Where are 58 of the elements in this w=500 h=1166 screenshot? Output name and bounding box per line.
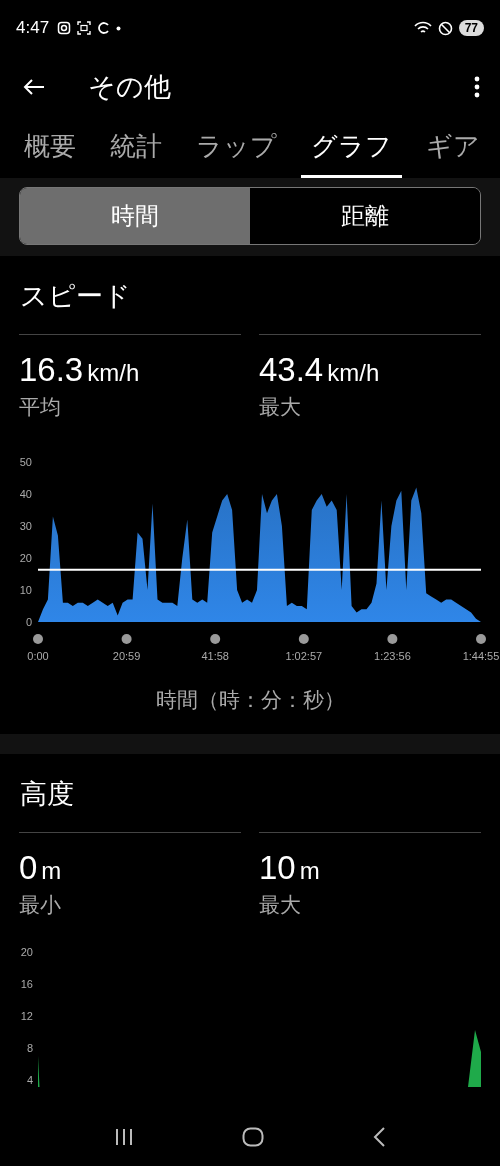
tab[interactable]: ラップ (186, 118, 287, 178)
stat-value: 16.3 (19, 351, 84, 389)
x-axis-label: 0:00 (27, 650, 49, 662)
x-axis-label: 1:44:55 (462, 650, 500, 662)
tab[interactable]: 統計 (100, 118, 172, 178)
x-tick-dot (210, 634, 221, 644)
tab[interactable]: 概要 (14, 118, 86, 178)
x-axis-title: 時間（時：分：秒） (154, 687, 346, 714)
stat-label: 平均 (19, 394, 62, 421)
dot-icon (116, 25, 122, 31)
y-axis-label: 4 (26, 1073, 33, 1087)
x-axis-label: 1:02:57 (285, 650, 323, 662)
screenshot-icon (77, 21, 92, 35)
camera-app-icon (57, 21, 72, 35)
home-icon[interactable] (242, 1127, 264, 1147)
do-not-disturb-icon (437, 20, 453, 36)
stat-unit: km/h (327, 359, 380, 387)
segment-button[interactable]: 距離 (250, 188, 480, 244)
y-axis-label: 20 (19, 552, 32, 564)
stat-label: 最大 (259, 892, 302, 919)
status-time: 4:47 (16, 18, 50, 38)
y-axis-label: 10 (19, 584, 32, 596)
y-axis-label: 40 (19, 488, 32, 500)
x-axis-label: 20:59 (112, 650, 141, 662)
y-axis-label: 8 (26, 1041, 33, 1055)
stat-value: 43.4 (259, 351, 324, 389)
recent-apps-icon[interactable] (114, 1128, 134, 1146)
x-axis-label: 41:58 (201, 650, 229, 662)
section-title: スピード (19, 279, 132, 313)
stat-unit: m (41, 857, 62, 885)
back-icon[interactable] (372, 1127, 386, 1147)
stat-value: 10 (259, 849, 296, 887)
screen-title: その他 (88, 70, 171, 104)
stat-label: 最小 (19, 892, 62, 919)
section-title: 高度 (19, 777, 75, 811)
wifi-icon (413, 21, 432, 35)
x-axis-label: 1:23:56 (374, 650, 411, 662)
y-axis-label: 12 (20, 1009, 33, 1023)
tab[interactable]: ギア (416, 118, 490, 178)
stat-unit: km/h (87, 359, 140, 387)
y-axis-label: 30 (19, 520, 32, 532)
segment-button[interactable]: 時間 (20, 188, 250, 244)
x-tick-dot (476, 634, 486, 644)
more-options-icon[interactable] (474, 76, 480, 98)
y-axis-label: 16 (20, 977, 33, 991)
stat-value: 0 (19, 849, 38, 887)
y-axis-label: 0 (25, 616, 32, 628)
stat-label: 最大 (259, 394, 302, 421)
sync-icon (97, 21, 111, 35)
back-arrow-icon[interactable] (23, 78, 45, 96)
stat-unit: m (299, 857, 320, 885)
x-tick-dot (33, 634, 43, 644)
x-tick-dot (121, 634, 132, 644)
y-axis-label: 50 (19, 456, 32, 468)
x-tick-dot (298, 634, 309, 644)
x-tick-dot (387, 634, 398, 644)
battery-level: 77 (458, 20, 484, 36)
y-axis-label: 20 (20, 945, 33, 959)
